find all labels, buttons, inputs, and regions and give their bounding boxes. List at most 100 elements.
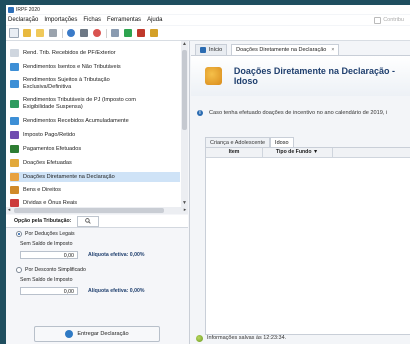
tab-label: Início (209, 47, 223, 53)
receipt-icon[interactable] (92, 28, 102, 38)
sidebar-item-label: Doações Efetuadas (23, 159, 72, 166)
sidebar-item-rend-acumuladamente[interactable]: Rendimentos Recebidos Acumuladamente (10, 117, 180, 125)
transmit-icon[interactable] (66, 28, 76, 38)
sidebar-item-label: Pagamentos Efetuados (23, 145, 82, 152)
print-icon[interactable] (79, 28, 89, 38)
document-icon (10, 49, 19, 57)
sidebar-item-rend-isentos[interactable]: Rendimentos Isentos e Não Tributáveis (10, 63, 180, 71)
sidebar-item-imposto-pago[interactable]: Imposto Pago/Retido (10, 131, 180, 139)
coins-icon (10, 63, 19, 71)
sidebar-item-label: Dívidas e Ônus Reais (23, 199, 78, 206)
saldo-label-simplificado: Sem Saldo de Imposto (20, 277, 73, 283)
radio-deducoes-legais[interactable]: Por Deduções Legais (16, 231, 75, 237)
tree-vertical-scrollbar[interactable]: ▲ ▼ (181, 41, 188, 207)
scroll-left-icon[interactable]: ◂ (6, 207, 12, 214)
delete-icon[interactable] (48, 28, 58, 38)
info-message: i Caso tenha efetuado doações de incenti… (197, 107, 410, 119)
debt-icon (10, 199, 19, 207)
tab-bar: Início Doações Diretamente na Declaração… (191, 43, 410, 56)
left-panel: Rend. Trib. Recebidos de PF/Exterior Ren… (6, 41, 190, 344)
save-check-icon (196, 334, 203, 342)
sidebar-item-label: Rendimentos Sujeitos à Tributação Exclusi… (23, 77, 110, 91)
tree-horizontal-scrollbar[interactable]: ◂ ▸ (6, 207, 188, 214)
entregar-declaracao-button[interactable]: Entregar Declaração (34, 326, 160, 342)
card-icon (10, 145, 19, 153)
saldo-label-deducoes: Sem Saldo de Imposto (20, 241, 73, 247)
sidebar-item-dividas[interactable]: Dívidas e Ônus Reais (10, 199, 180, 207)
sidebar-item-label: Bens e Direitos (23, 186, 61, 193)
coins-icon (10, 117, 19, 125)
toolbar (6, 26, 410, 41)
title-bar: IRPF 2020 (6, 5, 410, 14)
menu-bar: Declaração Importações Fichas Ferramenta… (6, 15, 410, 25)
sidebar-item-rend-exclusiva[interactable]: Rendimentos Sujeitos à Tributação Exclusi… (10, 76, 180, 92)
tab-label: Doações Diretamente na Declaração (236, 47, 327, 53)
sidebar-item-label: Rendimentos Isentos e Não Tributáveis (23, 63, 121, 70)
radio-desconto-simplificado[interactable]: Por Desconto Simplificado (16, 267, 86, 273)
aliquota-simplificado: Alíquota efetiva: 0,00% (88, 288, 145, 294)
sidebar-item-bens-direitos[interactable]: Bens e Direitos (10, 186, 180, 194)
table-header: Item Tipo de Fundo ▼ (206, 148, 410, 158)
sidebar-item-label: Rendimentos Tributáveis de PJ (Imposto c… (23, 97, 136, 111)
tab-inicio[interactable]: Início (195, 44, 228, 55)
scrollbar-thumb[interactable] (182, 50, 187, 130)
close-icon[interactable]: × (331, 47, 334, 53)
tab-idoso[interactable]: Idoso (270, 137, 294, 147)
menu-fichas[interactable]: Fichas (80, 17, 104, 23)
menu-importacoes[interactable]: Importações (41, 17, 80, 23)
column-tipo-de-fundo[interactable]: Tipo de Fundo ▼ (262, 148, 333, 157)
sidebar-item-doacoes-diretamente[interactable]: Doações Diretamente na Declaração (10, 172, 180, 182)
label-line-1: Rendimentos Tributáveis de PJ (Imposto c… (23, 97, 136, 103)
sidebar-item-label: Doações Diretamente na Declaração (23, 173, 115, 180)
hands-icon (10, 173, 19, 181)
column-item[interactable]: Item (206, 148, 263, 157)
radio-unselected-icon (16, 267, 22, 273)
window-title: IRPF 2020 (16, 6, 40, 13)
app-window: IRPF 2020 Declaração Importações Fichas … (6, 5, 410, 344)
open-folder-icon[interactable] (35, 28, 45, 38)
label-line-2: Exclusiva/Definitiva (23, 84, 72, 90)
new-file-icon[interactable] (9, 28, 19, 38)
radio-label: Por Deduções Legais (25, 231, 75, 237)
info-icon: i (197, 110, 203, 116)
clipboard-icon[interactable] (136, 28, 146, 38)
tab-crianca-adolescente[interactable]: Criança e Adolescente (205, 137, 271, 147)
sidebar-item-rend-pj-suspensa[interactable]: Rendimentos Tributáveis de PJ (Imposto c… (10, 96, 180, 112)
sidebar-item-rend-pf-exterior[interactable]: Rend. Trib. Recebidos de PF/Exterior (10, 49, 180, 57)
info-text: Caso tenha efetuado doações de incentivo… (209, 110, 388, 116)
user-icon (374, 16, 382, 24)
contribuinte-text: Contribu (383, 17, 404, 23)
tab-doacoes-diretamente[interactable]: Doações Diretamente na Declaração × (231, 44, 340, 55)
check-icon[interactable] (123, 28, 133, 38)
value-simplificado: 0,00 (20, 287, 78, 295)
search-button[interactable] (77, 215, 100, 227)
open-folder-icon[interactable] (22, 28, 32, 38)
sidebar-item-doacoes-efetuadas[interactable]: Doações Efetuadas (10, 159, 180, 167)
scroll-down-icon[interactable]: ▼ (182, 201, 187, 206)
contribuinte-label: Contribu (374, 15, 404, 25)
tax-icon (10, 131, 19, 139)
label-line-1: Rendimentos Sujeitos à Tributação (23, 77, 110, 83)
donation-hands-icon (205, 67, 222, 85)
value-deducoes: 0,00 (20, 251, 78, 259)
radio-selected-icon (16, 231, 22, 237)
tax-option-header: Opção pela Tributação: (6, 215, 188, 228)
status-bar: Informações salvas às 12:23:34. (196, 333, 286, 343)
sidebar-item-pagamentos[interactable]: Pagamentos Efetuados (10, 145, 180, 153)
toolbar-separator (62, 28, 63, 38)
chart-icon[interactable] (110, 28, 120, 38)
scroll-up-icon[interactable]: ▲ (182, 42, 187, 47)
scrollbar-thumb[interactable] (14, 208, 164, 213)
scroll-right-icon[interactable]: ▸ (182, 207, 188, 214)
search-icon (85, 218, 92, 224)
subtab-bar: Criança e Adolescente Idoso (205, 136, 294, 147)
menu-declaracao[interactable]: Declaração (6, 17, 41, 23)
house-icon (10, 186, 19, 194)
menu-ajuda[interactable]: Ajuda (144, 17, 165, 23)
doacoes-table: Item Tipo de Fundo ▼ (205, 147, 410, 335)
menu-ferramentas[interactable]: Ferramentas (104, 17, 144, 23)
entregar-label: Entregar Declaração (77, 331, 129, 337)
sidebar-item-label: Imposto Pago/Retido (23, 131, 76, 138)
book-icon[interactable] (149, 28, 159, 38)
coins-icon (10, 80, 19, 88)
